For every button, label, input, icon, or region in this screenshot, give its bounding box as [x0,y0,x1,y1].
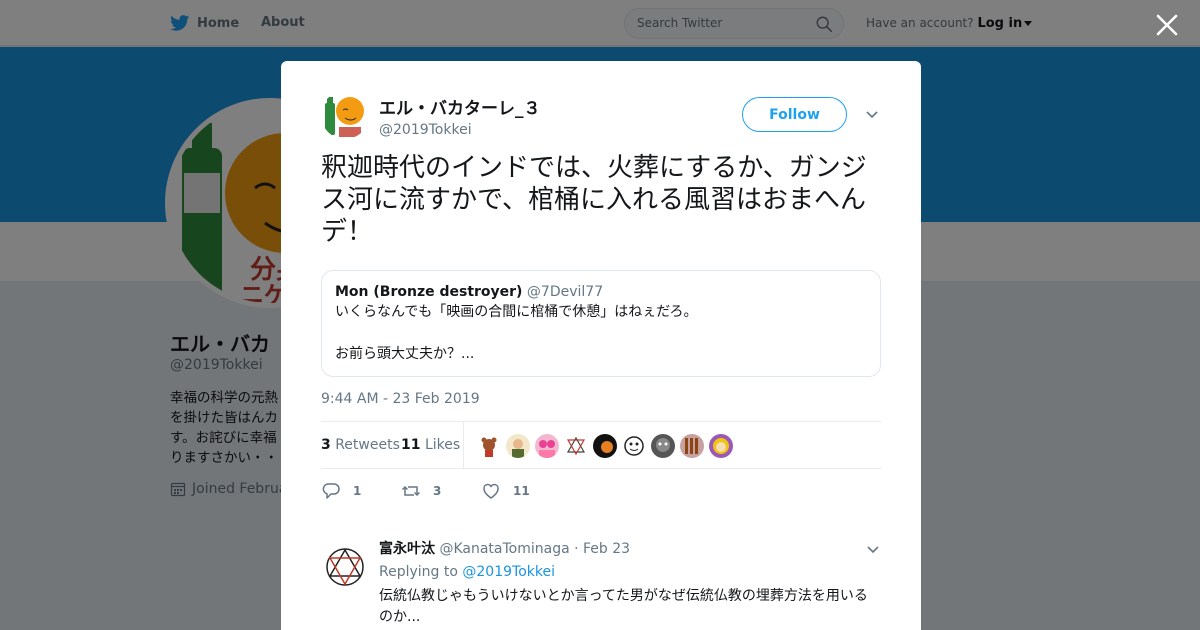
tweet-author[interactable]: エル・バカターレ_３ @2019Tokkei [321,91,541,139]
quoted-author-name: Mon (Bronze destroyer) [335,284,523,300]
replying-to-handle-link[interactable]: @2019Tokkei [462,564,555,580]
reply-author-avatar[interactable] [321,543,369,591]
quoted-author-handle: @7Devil77 [526,284,604,300]
likes-count: 11 [401,437,421,453]
reply-count: 1 [353,484,362,498]
liker-avatar[interactable] [506,434,530,458]
liker-avatar[interactable] [564,434,588,458]
tweet-text: 釈迦時代のインドでは、火葬にするか、ガンジス河に流すかで、棺桶に入れる風習はおま… [321,153,867,247]
quoted-tweet-spacer [335,322,867,342]
quoted-tweet-text: いくらなんでも「映画の合間に棺桶で休憩」はねぇだろ。 [335,304,698,320]
reply-body: 富永叶汰 @KanataTominaga · Feb 23 Replying t… [379,538,879,628]
tweet-timestamp[interactable]: 9:44 AM - 23 Feb 2019 [321,391,480,407]
quoted-tweet-header: Mon (Bronze destroyer) @7Devil77 [335,284,867,300]
replying-to: Replying to @2019Tokkei [379,564,879,580]
reply-icon [322,483,340,499]
tweet-modal: エル・バカターレ_３ @2019Tokkei Follow 釈迦時代のインドでは… [281,61,921,630]
liker-avatar[interactable] [477,434,501,458]
liker-avatar[interactable] [535,434,559,458]
tweet-stats: 3 Retweets 11 Likes [321,421,881,469]
mascot-avatar-image [321,91,369,139]
likes-label: Likes [424,437,461,453]
stats-divider [463,422,464,468]
author-handle[interactable]: @2019Tokkei [379,122,541,138]
liker-avatar[interactable] [622,434,646,458]
liker-avatar[interactable] [593,434,617,458]
retweet-button[interactable]: 3 [401,481,441,501]
liker-avatars [477,434,738,458]
retweets-stat[interactable]: 3 Retweets [321,437,400,453]
liker-avatar[interactable] [651,434,675,458]
author-name[interactable]: エル・バカターレ_３ [379,94,541,119]
replying-to-prefix: Replying to [379,564,458,580]
follow-button[interactable]: Follow [742,97,847,132]
retweets-count: 3 [321,437,331,453]
author-avatar[interactable] [321,91,369,139]
reply-author-meta[interactable]: @KanataTominaga · Feb 23 [439,541,630,557]
reply-header: 富永叶汰 @KanataTominaga · Feb 23 [379,538,879,558]
retweets-label: Retweets [335,437,400,453]
heart-icon [483,483,499,499]
tweet-actions: 1 3 11 [321,481,881,501]
close-icon[interactable] [1154,12,1180,38]
likes-stat[interactable]: 11 Likes [401,437,460,453]
quoted-tweet[interactable]: Mon (Bronze destroyer) @7Devil77 いくらなんでも… [321,270,881,377]
like-button[interactable]: 11 [481,481,530,501]
chevron-down-icon[interactable] [865,108,879,122]
reply-author-name[interactable]: 富永叶汰 [379,541,435,557]
like-count: 11 [513,484,530,498]
liker-avatar[interactable] [680,434,704,458]
reply-text: 伝統仏教じゃもういけないとか言ってた男がなぜ伝統仏教の埋葬方法を用いるのか... [379,588,868,625]
retweet-count: 3 [433,484,442,498]
quoted-tweet-text: お前ら頭大丈夫か？... [335,346,475,362]
hexagram-avatar-image [321,543,369,591]
reply-button[interactable]: 1 [321,481,361,501]
author-text: エル・バカターレ_３ @2019Tokkei [379,94,541,138]
liker-avatar[interactable] [709,434,733,458]
retweet-icon [401,485,421,497]
chevron-down-icon[interactable] [866,543,880,557]
